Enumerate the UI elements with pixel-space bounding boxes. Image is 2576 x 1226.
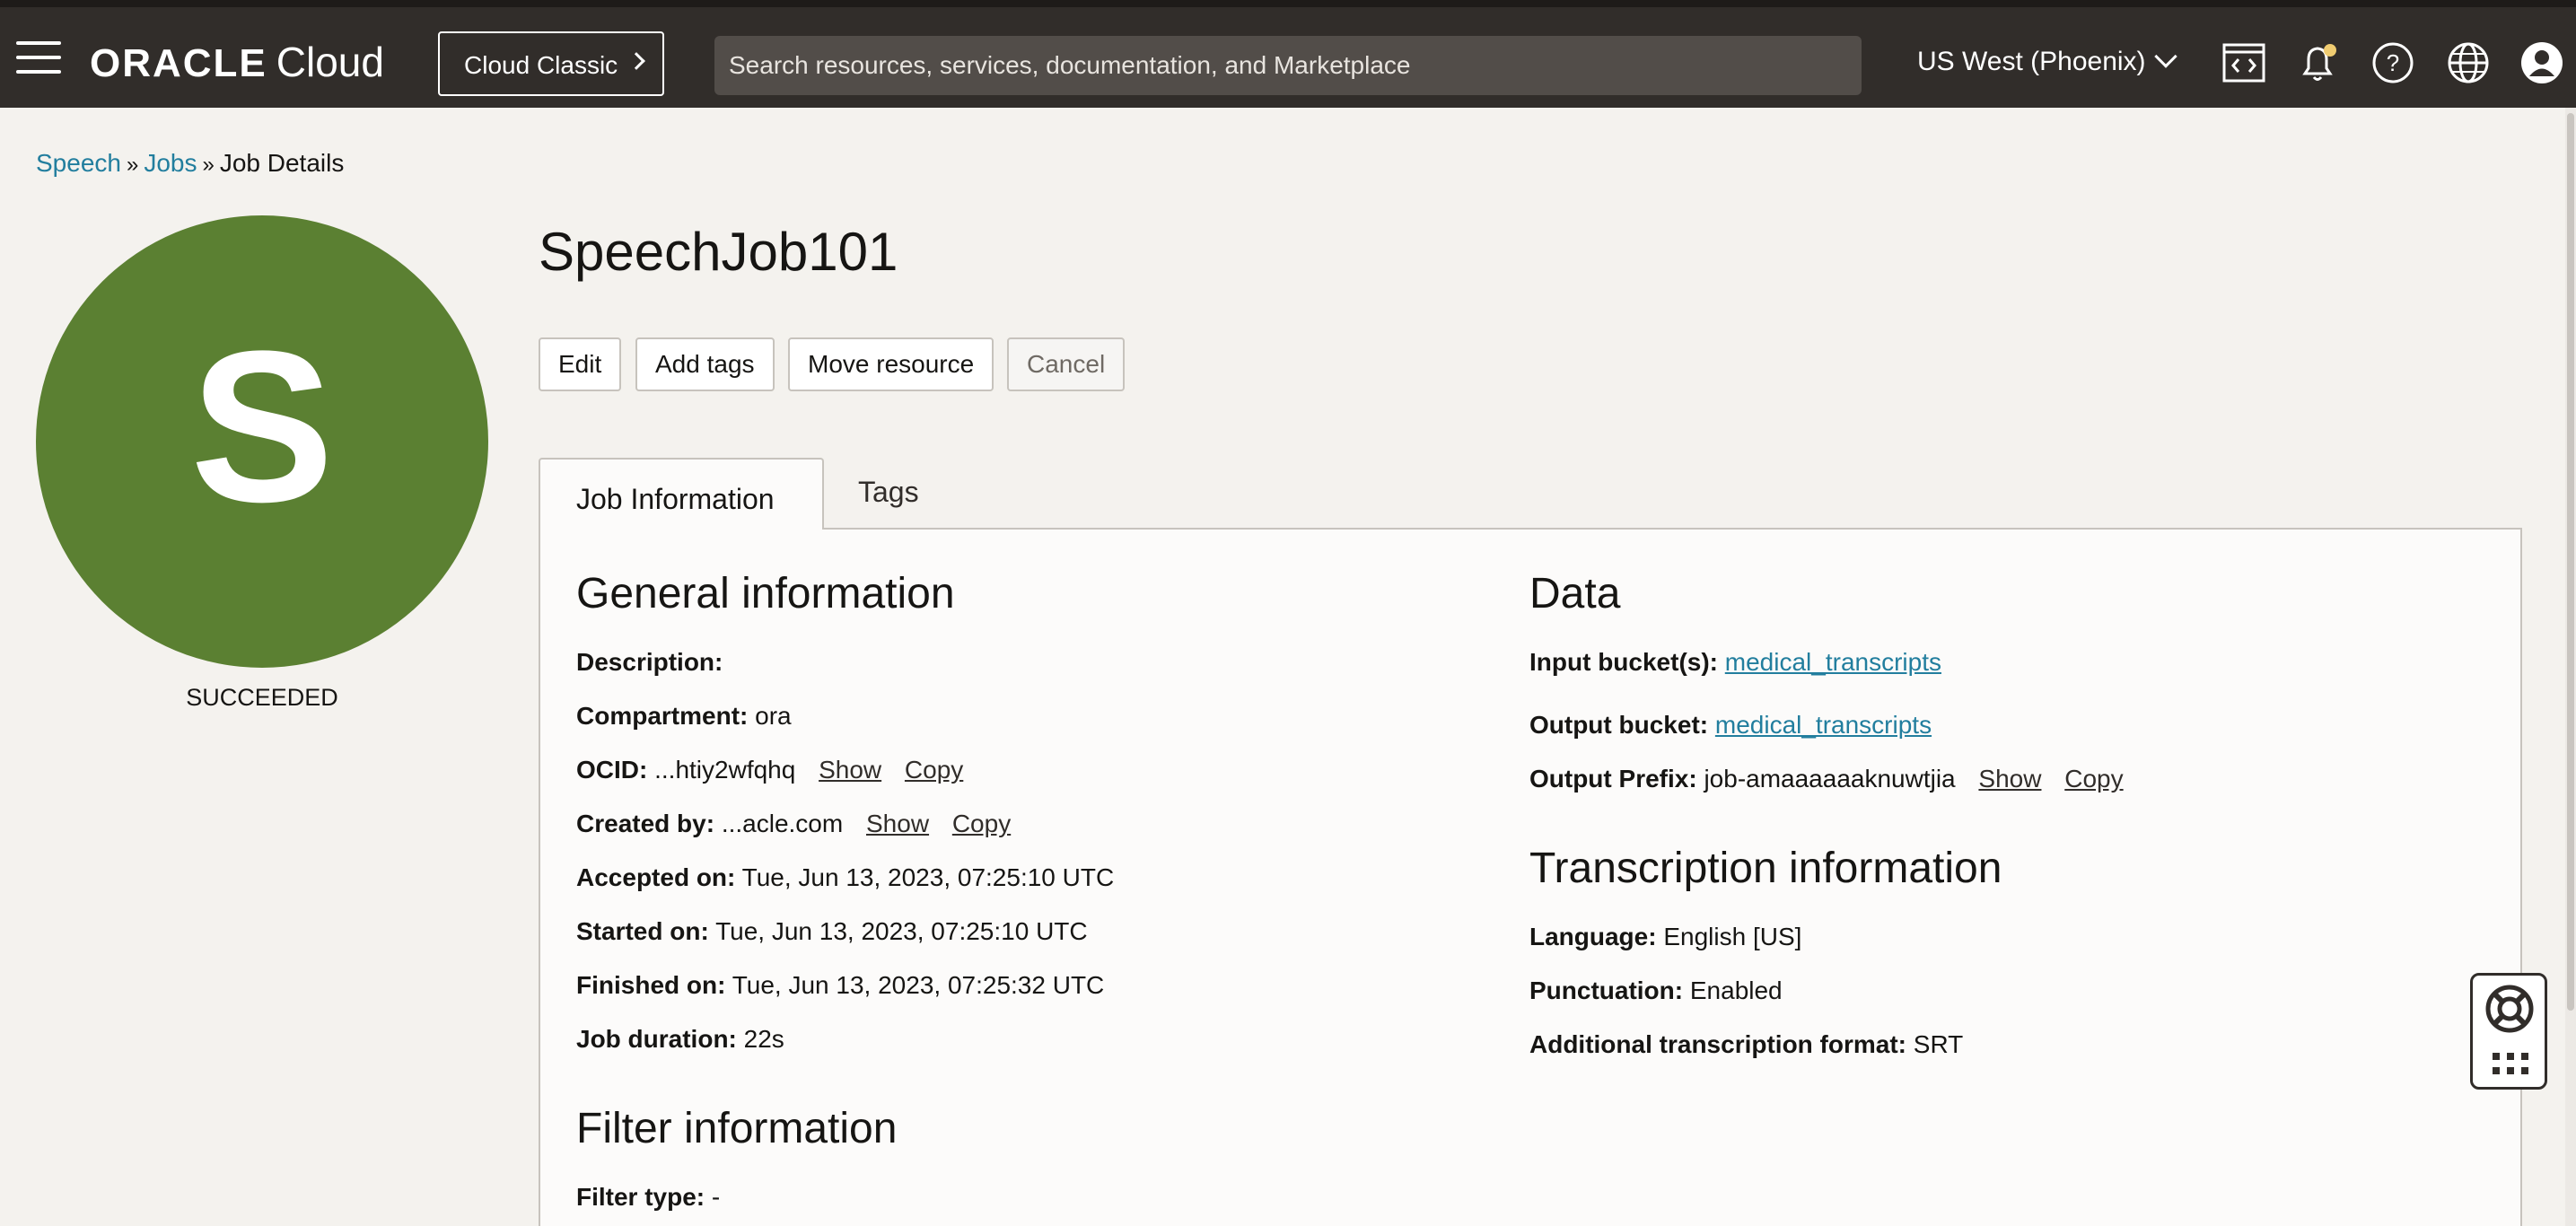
started-on-row: Started on: Tue, Jun 13, 2023, 07:25:10 … [576, 917, 1088, 946]
job-duration-label: Job duration: [576, 1025, 737, 1053]
search-input[interactable] [714, 36, 1862, 95]
scrollbar-thumb[interactable] [2567, 113, 2574, 1011]
breadcrumb-current: Job Details [219, 149, 345, 177]
cloud-classic-label: Cloud Classic [464, 51, 618, 79]
breadcrumb-separator: » [202, 153, 215, 177]
output-bucket-row: Output bucket: medical_transcripts [1529, 711, 1932, 740]
filter-type-value: - [711, 1183, 721, 1211]
edit-button[interactable]: Edit [539, 337, 622, 391]
chevron-right-icon [627, 52, 645, 70]
region-selector[interactable]: US West (Phoenix) [1917, 47, 2146, 77]
finished-on-row: Finished on: Tue, Jun 13, 2023, 07:25:32… [576, 971, 1104, 1000]
job-information-panel: General information Description: Compart… [539, 528, 2522, 1226]
input-bucket-label: Input bucket(s): [1529, 648, 1718, 676]
started-on-label: Started on: [576, 917, 709, 945]
accepted-on-row: Accepted on: Tue, Jun 13, 2023, 07:25:10… [576, 863, 1114, 892]
language-label: Language: [1529, 923, 1657, 950]
breadcrumb-separator: » [126, 153, 139, 177]
avatar-letter: S [189, 306, 335, 547]
output-prefix-label: Output Prefix: [1529, 765, 1697, 793]
compartment-row: Compartment: ora [576, 702, 792, 731]
logo-product: Cloud [276, 39, 384, 85]
help-widget[interactable] [2470, 973, 2547, 1090]
breadcrumb-jobs[interactable]: Jobs [144, 149, 197, 177]
started-on-value: Tue, Jun 13, 2023, 07:25:10 UTC [715, 917, 1088, 945]
punctuation-label: Punctuation: [1529, 976, 1684, 1004]
logo-brand: ORACLE [90, 41, 267, 85]
job-duration-row: Job duration: 22s [576, 1025, 784, 1054]
output-prefix-value: job-amaaaaaaknuwtjia [1704, 765, 1956, 793]
globe-icon[interactable] [2445, 39, 2492, 86]
language-value: English [US] [1663, 923, 1802, 950]
ocid-row: OCID: ...htiy2wfqhq Show Copy [576, 756, 963, 784]
svg-text:?: ? [2387, 49, 2399, 76]
move-resource-button[interactable]: Move resource [788, 337, 994, 391]
ocid-show-link[interactable]: Show [819, 756, 881, 784]
description-row: Description: [576, 648, 723, 677]
user-icon[interactable] [2519, 39, 2565, 86]
status-label: SUCCEEDED [186, 684, 338, 711]
compartment-value: ora [755, 702, 792, 730]
breadcrumb-speech[interactable]: Speech [36, 149, 121, 177]
punctuation-value: Enabled [1689, 976, 1783, 1004]
bell-icon[interactable] [2294, 39, 2341, 86]
cancel-button[interactable]: Cancel [1007, 337, 1126, 391]
created-by-copy-link[interactable]: Copy [952, 810, 1011, 837]
language-row: Language: English [US] [1529, 923, 1801, 951]
finished-on-value: Tue, Jun 13, 2023, 07:25:32 UTC [732, 971, 1105, 999]
output-bucket-link[interactable]: medical_transcripts [1715, 711, 1932, 739]
compartment-label: Compartment: [576, 702, 749, 730]
top-navigation-bar: ORACLECloud Cloud Classic US West (Phoen… [0, 0, 2576, 108]
cloud-classic-button[interactable]: Cloud Classic [438, 31, 664, 96]
output-prefix-row: Output Prefix: job-amaaaaaaknuwtjia Show… [1529, 765, 2124, 793]
created-by-value: ...acle.com [721, 810, 844, 837]
grid-icon [2493, 1053, 2528, 1074]
finished-on-label: Finished on: [576, 971, 726, 999]
filter-type-row: Filter type: - [576, 1183, 720, 1212]
data-heading: Data [1529, 570, 1621, 617]
page-title: SpeechJob101 [539, 222, 898, 282]
created-by-show-link[interactable]: Show [866, 810, 929, 837]
created-by-row: Created by: ...acle.com Show Copy [576, 810, 1011, 838]
tab-job-information[interactable]: Job Information [539, 458, 824, 530]
chevron-down-icon[interactable] [2154, 45, 2177, 68]
filter-information-heading: Filter information [576, 1105, 898, 1152]
ocid-value: ...htiy2wfqhq [654, 756, 796, 784]
output-prefix-show-link[interactable]: Show [1978, 765, 2041, 793]
code-editor-icon[interactable] [2221, 39, 2267, 86]
accepted-on-value: Tue, Jun 13, 2023, 07:25:10 UTC [741, 863, 1115, 891]
transcription-format-label: Additional transcription format: [1529, 1030, 1906, 1058]
input-bucket-link[interactable]: medical_transcripts [1725, 648, 1941, 676]
input-bucket-row: Input bucket(s): medical_transcripts [1529, 648, 1941, 677]
ocid-copy-link[interactable]: Copy [905, 756, 963, 784]
created-by-label: Created by: [576, 810, 715, 837]
hamburger-menu-icon[interactable] [16, 41, 61, 74]
help-icon[interactable]: ? [2370, 39, 2416, 86]
filter-type-label: Filter type: [576, 1183, 705, 1211]
transcription-information-heading: Transcription information [1529, 845, 2002, 892]
output-bucket-label: Output bucket: [1529, 711, 1709, 739]
tab-tags[interactable]: Tags [858, 476, 919, 509]
resource-avatar: S [36, 215, 488, 668]
lifebuoy-icon [2485, 985, 2534, 1033]
job-duration-value: 22s [743, 1025, 784, 1053]
oracle-cloud-logo[interactable]: ORACLE Cloud [90, 38, 384, 86]
transcription-format-value: SRT [1913, 1030, 1964, 1058]
breadcrumb: Speech» Jobs» Job Details [36, 149, 344, 178]
transcription-format-row: Additional transcription format: SRT [1529, 1030, 1963, 1059]
ocid-label: OCID: [576, 756, 648, 784]
punctuation-row: Punctuation: Enabled [1529, 976, 1783, 1005]
general-information-heading: General information [576, 570, 955, 617]
add-tags-button[interactable]: Add tags [635, 337, 775, 391]
output-prefix-copy-link[interactable]: Copy [2064, 765, 2123, 793]
accepted-on-label: Accepted on: [576, 863, 736, 891]
description-label: Description: [576, 648, 723, 676]
